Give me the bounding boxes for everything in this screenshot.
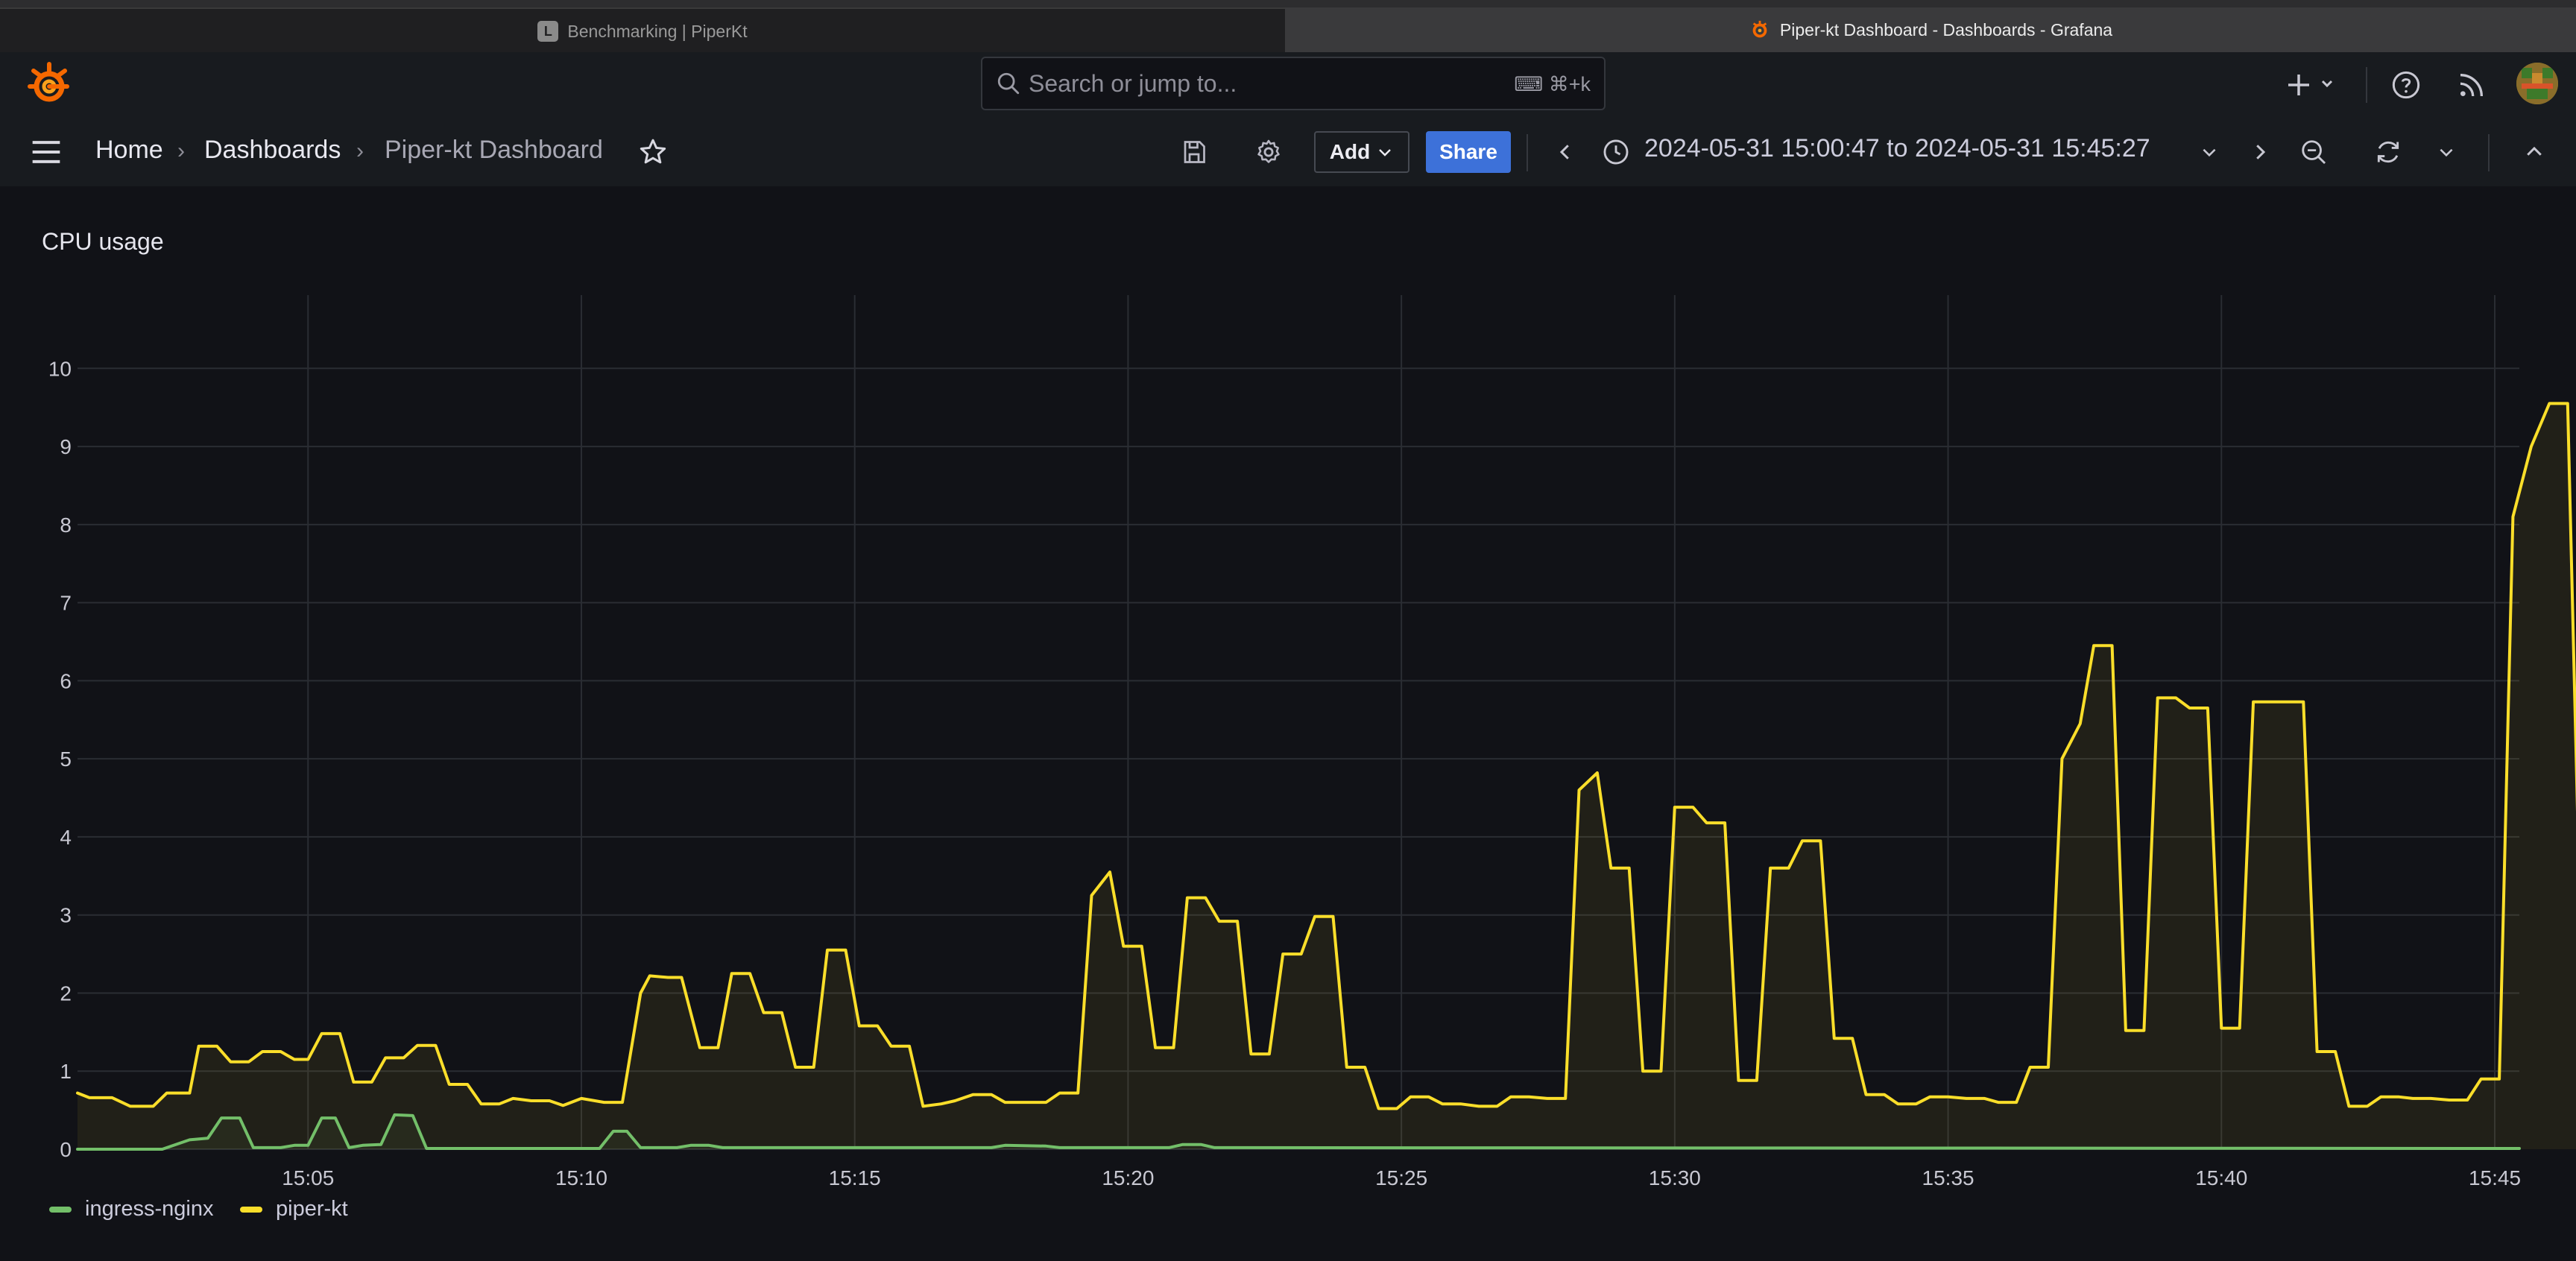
chevron-down-icon [2440, 148, 2453, 157]
breadcrumb-current: Piper-kt Dashboard [385, 136, 603, 164]
divider [1527, 134, 1528, 171]
refresh-icon [2377, 141, 2399, 163]
x-tick-label: 15:35 [1922, 1166, 1974, 1189]
search-bar[interactable]: Search or jump to... ⌨ ⌘+k [981, 57, 1606, 110]
mark-favorite-button[interactable] [635, 134, 671, 170]
y-tick-label: 5 [60, 748, 72, 771]
star-icon [640, 139, 666, 164]
help-icon [2392, 71, 2420, 99]
search-shortcut: ⌨ ⌘+k [1514, 73, 1591, 95]
clock-icon [1603, 139, 1629, 165]
grafana-logo[interactable] [25, 61, 73, 109]
time-range-forward-button[interactable] [2242, 134, 2278, 170]
y-tick-label: 4 [60, 826, 72, 849]
time-range-dropdown[interactable] [2191, 134, 2227, 170]
y-tick-label: 6 [60, 669, 72, 692]
legend-swatch [240, 1206, 262, 1213]
tab-label: Piper-kt Dashboard - Dashboards - Grafan… [1779, 19, 2113, 39]
save-dashboard-button[interactable] [1176, 134, 1212, 170]
x-tick-label: 15:05 [282, 1166, 334, 1189]
breadcrumb-dashboards[interactable]: Dashboards [204, 136, 341, 165]
y-tick-label: 3 [60, 904, 72, 927]
tab-favicon: L [537, 21, 559, 42]
chevron-down-icon [2203, 148, 2216, 157]
time-range-picker[interactable]: 2024-05-31 15:00:47 to 2024-05-31 15:45:… [1644, 134, 2150, 163]
y-tick-label: 2 [60, 982, 72, 1005]
refresh-interval-dropdown[interactable] [2428, 134, 2464, 170]
rss-icon [2460, 74, 2483, 97]
x-tick-label: 15:40 [2195, 1166, 2247, 1189]
grafana-logo-icon [28, 62, 69, 102]
add-button[interactable]: Add [1314, 131, 1409, 173]
x-tick-label: 15:30 [1649, 1166, 1701, 1189]
menu-button[interactable] [28, 134, 64, 170]
tab-grafana-dashboard[interactable]: Piper-kt Dashboard - Dashboards - Grafan… [1285, 7, 2576, 52]
time-range-back-button[interactable] [1547, 134, 1583, 170]
refresh-button[interactable] [2370, 134, 2406, 170]
chevron-down-icon [1379, 149, 1392, 157]
y-tick-label: 0 [60, 1138, 72, 1161]
zoom-out-button[interactable] [2296, 134, 2332, 170]
plus-icon [2288, 75, 2333, 95]
x-tick-label: 15:15 [829, 1166, 881, 1189]
dashboard-settings-button[interactable] [1251, 134, 1287, 170]
chevron-left-icon [1559, 145, 1569, 159]
grafana-favicon-icon [1752, 20, 1767, 38]
y-tick-label: 9 [60, 435, 72, 458]
divider [2488, 134, 2490, 171]
y-tick-label: 10 [48, 357, 72, 380]
breadcrumb-separator: › [177, 139, 185, 163]
tab-benchmarking[interactable]: L Benchmarking | PiperKt [0, 7, 1285, 54]
x-tick-label: 15:10 [555, 1166, 607, 1189]
chart-fill [78, 403, 2576, 1149]
y-tick-label: 7 [60, 592, 72, 615]
save-icon [1184, 141, 1205, 163]
legend-item-piper-kt[interactable]: piper-kt [240, 1197, 348, 1222]
news-button[interactable] [2454, 67, 2490, 103]
y-tick-label: 1 [60, 1060, 72, 1083]
chevron-up-icon [2527, 146, 2542, 156]
x-tick-label: 15:45 [2469, 1166, 2521, 1189]
cpu-usage-panel: CPU usage 0 1 2 3 4 5 6 7 8 9 10 15:05 15:10 15:15 15… [0, 186, 2576, 1261]
divider [2366, 67, 2367, 103]
tab-label: Benchmarking | PiperKt [567, 21, 748, 41]
keyboard-icon: ⌨ [1514, 73, 1549, 95]
help-button[interactable] [2388, 67, 2424, 103]
breadcrumb-home[interactable]: Home [95, 136, 163, 165]
x-tick-label: 15:25 [1375, 1166, 1427, 1189]
user-avatar-icon [2516, 63, 2558, 104]
dashboard-nav-bar: Home › Dashboards › Piper-kt Dashboard A… [0, 118, 2576, 188]
legend-item-ingress-nginx[interactable]: ingress-nginx [49, 1197, 213, 1222]
share-button[interactable]: Share [1426, 131, 1511, 173]
avatar[interactable] [2516, 63, 2558, 104]
x-tick-label: 15:20 [1102, 1166, 1154, 1189]
search-icon [997, 72, 1020, 95]
breadcrumb-separator: › [356, 139, 364, 163]
time-series-chart[interactable]: 012345678910 15:05 15:10 15:15 15:20 15:25 15… [0, 186, 2576, 1261]
legend-swatch [49, 1206, 72, 1213]
gear-icon [1257, 139, 1280, 163]
y-axis-ticks: 0 1 2 3 4 5 6 7 8 9 10 [48, 357, 72, 1161]
x-axis-ticks: 15:05 15:10 15:15 15:20 15:25 15:30 15:35 15:40… [282, 1166, 2521, 1189]
series-fill-piper-kt [78, 403, 2576, 1149]
hamburger-menu-icon [32, 141, 60, 163]
zoom-out-icon [2302, 140, 2326, 165]
collapse-toolbar-button[interactable] [2516, 134, 2552, 170]
search-placeholder: Search or jump to... [1029, 69, 1237, 97]
browser-tab-bar: L Benchmarking | PiperKt Piper-kt Dashbo… [0, 0, 2576, 54]
new-menu-button[interactable] [2284, 67, 2346, 103]
y-tick-label: 8 [60, 513, 72, 537]
chevron-right-icon [2256, 145, 2266, 159]
top-bar: Search or jump to... ⌨ ⌘+k [0, 52, 2576, 118]
time-picker-clock[interactable] [1598, 134, 1634, 170]
